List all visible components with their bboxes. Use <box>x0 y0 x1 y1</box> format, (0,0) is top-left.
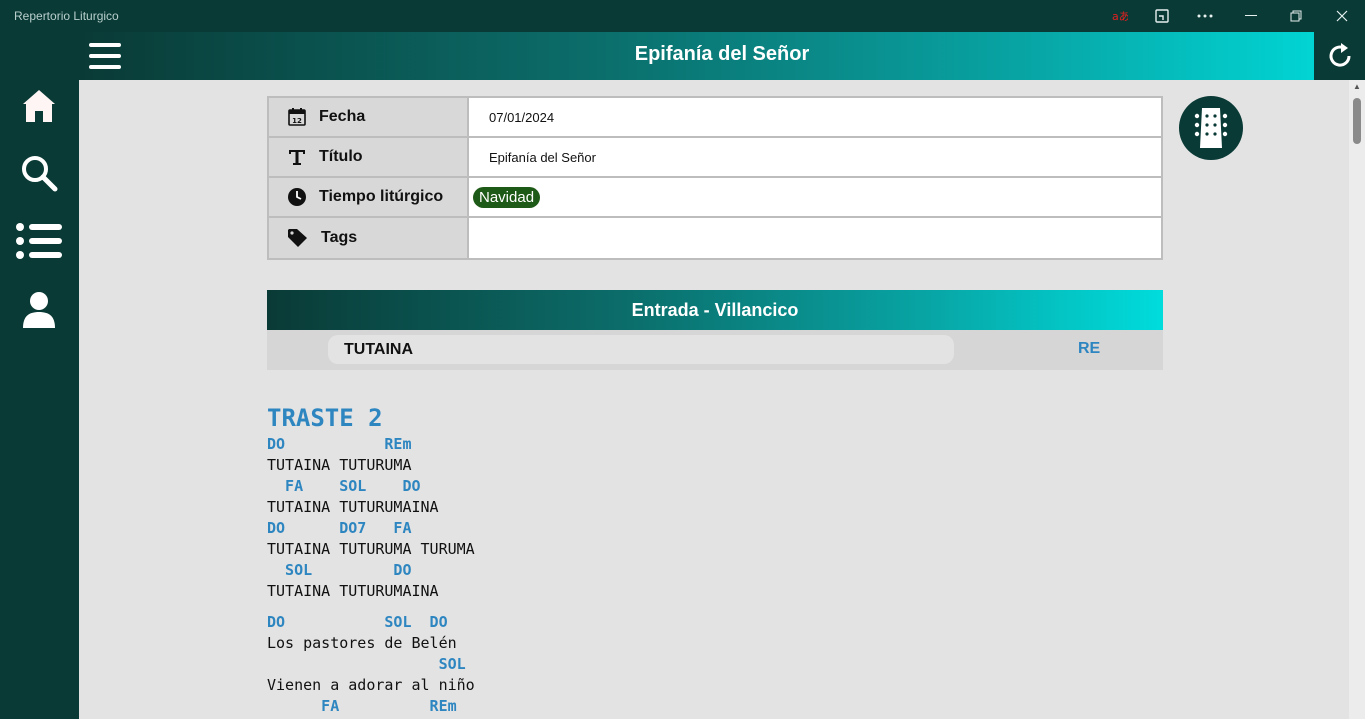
scroll-thumb[interactable] <box>1353 98 1361 144</box>
lyric-line: Los pastores de Belén <box>267 634 457 652</box>
user-icon[interactable] <box>14 285 64 335</box>
song-key[interactable]: RE <box>1078 340 1100 358</box>
svg-text:aあ: aあ <box>1112 10 1128 23</box>
tags-field[interactable] <box>469 218 1161 258</box>
vertical-scrollbar[interactable]: ▲ <box>1349 80 1365 719</box>
translate-icon[interactable]: aあ <box>1097 0 1143 32</box>
tiempo-row: Tiempo litúrgico Navidad <box>269 178 1161 218</box>
refresh-icon <box>1329 43 1351 67</box>
chord-line: DO DO7 FA <box>267 519 412 537</box>
app-title: Repertorio Liturgico <box>14 9 119 23</box>
lyric-line: TUTAINA TUTURUMA <box>267 456 412 474</box>
lyric-line: TUTAINA TUTURUMAINA <box>267 582 439 600</box>
list-icon[interactable] <box>14 216 64 266</box>
chord-line: DO REm <box>267 435 412 453</box>
app-header: Epifanía del Señor <box>79 32 1365 80</box>
minimize-icon[interactable] <box>1228 0 1274 32</box>
fecha-field[interactable]: 07/01/2024 <box>469 98 1161 136</box>
window-titlebar: Repertorio Liturgico aあ <box>0 0 1365 32</box>
song-info-table: 12 Fecha 07/01/2024 Título Epifanía del … <box>267 96 1163 260</box>
stanza-gap <box>267 602 475 612</box>
tags-row: Tags <box>269 218 1161 258</box>
lyric-line: Vienen a adorar al niño <box>267 676 475 694</box>
chord-line: FA REm <box>267 697 457 715</box>
sidebar <box>0 32 79 719</box>
guitar-headstock-button[interactable] <box>1179 96 1243 160</box>
titulo-label: Título <box>319 148 363 165</box>
fecha-label: Fecha <box>319 108 366 125</box>
search-icon[interactable] <box>14 148 64 198</box>
song-row[interactable]: TUTAINA RE <box>267 330 1163 370</box>
home-icon[interactable] <box>14 81 64 131</box>
scroll-up-icon[interactable]: ▲ <box>1349 82 1365 94</box>
capo-label: TRASTE 2 <box>267 404 383 432</box>
fecha-row: 12 Fecha 07/01/2024 <box>269 98 1161 138</box>
page-title: Epifanía del Señor <box>634 43 810 65</box>
lyric-line: TUTAINA TUTURUMA TURUMA <box>267 540 475 558</box>
cast-icon[interactable] <box>1139 0 1185 32</box>
chord-line: SOL DO <box>267 561 412 579</box>
tiempo-field[interactable]: Navidad <box>469 178 1161 216</box>
chord-line: FA SOL DO <box>267 477 421 495</box>
clock-icon <box>288 188 306 206</box>
tiempo-label: Tiempo litúrgico <box>319 188 444 205</box>
more-icon[interactable] <box>1182 0 1228 32</box>
guitar-headstock-icon <box>1194 108 1228 148</box>
refresh-button[interactable] <box>1314 32 1365 80</box>
song-name[interactable]: TUTAINA <box>328 335 954 364</box>
lyrics-block: TRASTE 2 DO REm TUTAINA TUTURUMA FA SOL D… <box>267 402 475 717</box>
text-icon <box>289 150 305 165</box>
titulo-field[interactable]: Epifanía del Señor <box>469 138 1161 176</box>
chord-line: DO SOL DO <box>267 613 448 631</box>
tag-icon <box>288 229 307 247</box>
status-badge: Navidad <box>473 186 541 208</box>
lyric-line: TUTAINA TUTURUMAINA <box>267 498 439 516</box>
tags-label: Tags <box>321 229 358 246</box>
lyric-lines: DO REm TUTAINA TUTURUMA FA SOL DO TUTAINA … <box>267 434 475 717</box>
main-content: 12 Fecha 07/01/2024 Título Epifanía del … <box>79 80 1349 719</box>
titulo-row: Título Epifanía del Señor <box>269 138 1161 178</box>
calendar-icon: 12 <box>288 108 306 126</box>
svg-text:12: 12 <box>292 117 302 125</box>
restore-icon[interactable] <box>1273 0 1319 32</box>
chord-line: SOL <box>267 655 466 673</box>
close-icon[interactable] <box>1319 0 1365 32</box>
section-header: Entrada - Villancico <box>267 290 1163 330</box>
